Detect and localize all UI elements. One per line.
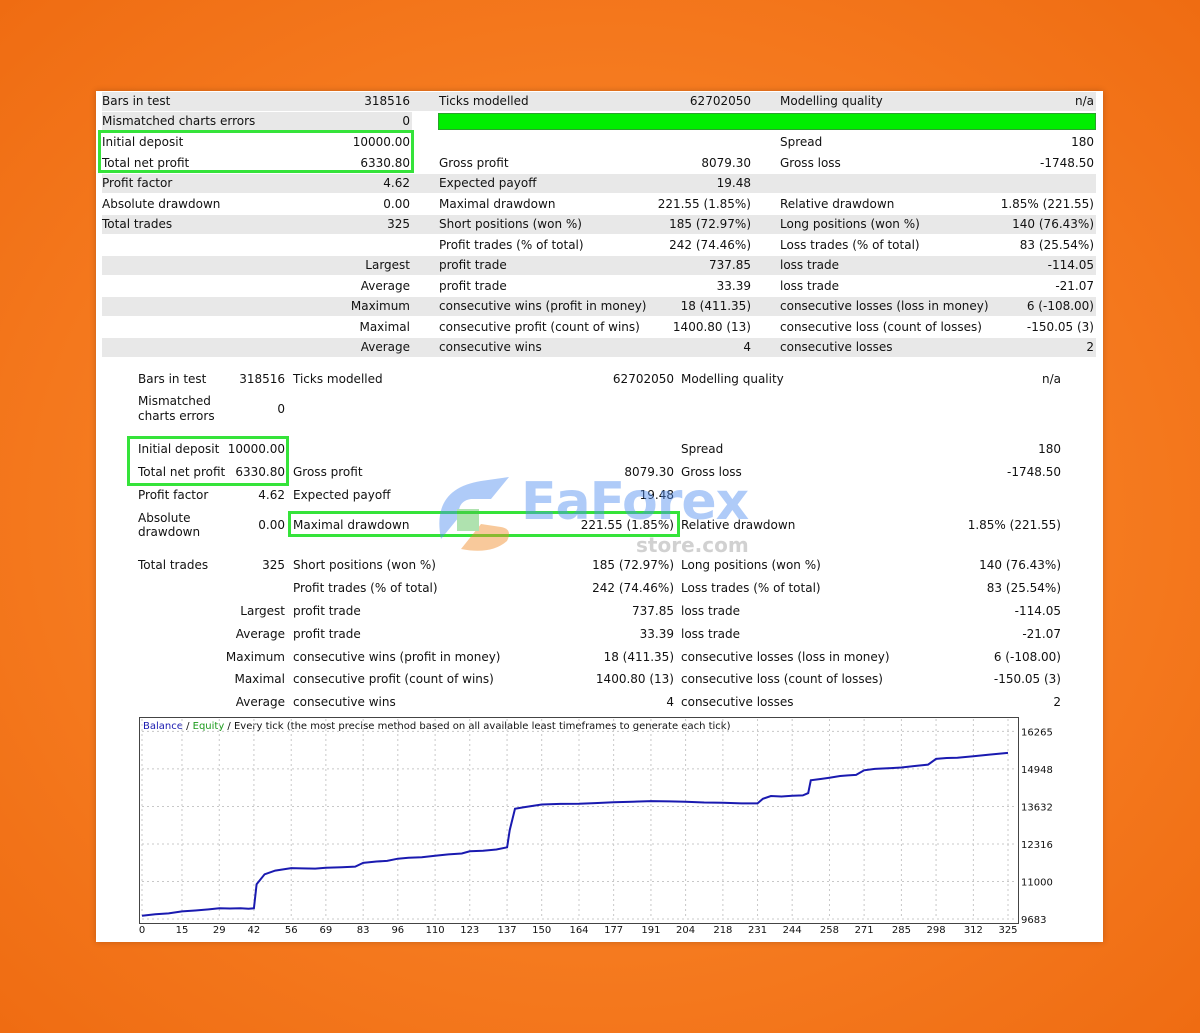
x-tick-label: 0 [139, 925, 145, 936]
x-tick-label: 244 [783, 925, 802, 936]
x-tick-label: 69 [319, 925, 332, 936]
x-tick-label: 110 [426, 925, 445, 936]
y-tick-label: 14948 [1021, 765, 1053, 776]
x-tick-label: 15 [176, 925, 189, 936]
y-tick-label: 11000 [1021, 877, 1053, 888]
x-tick-label: 83 [357, 925, 370, 936]
x-tick-label: 56 [285, 925, 298, 936]
x-tick-label: 204 [676, 925, 695, 936]
x-tick-label: 150 [532, 925, 551, 936]
x-tick-label: 285 [892, 925, 911, 936]
x-tick-label: 325 [998, 925, 1017, 936]
x-tick-label: 177 [604, 925, 623, 936]
x-tick-label: 231 [748, 925, 767, 936]
y-tick-label: 16265 [1021, 727, 1053, 738]
x-tick-label: 29 [213, 925, 226, 936]
x-tick-label: 123 [460, 925, 479, 936]
x-tick-label: 218 [713, 925, 732, 936]
y-tick-label: 9683 [1021, 915, 1046, 926]
x-tick-label: 312 [964, 925, 983, 936]
y-tick-label: 12316 [1021, 840, 1053, 851]
x-tick-label: 137 [498, 925, 517, 936]
x-tick-label: 164 [569, 925, 588, 936]
x-tick-label: 258 [820, 925, 839, 936]
x-tick-label: 271 [855, 925, 874, 936]
chart-canvas: 0 15 29 42 56 69 83 96 110 123 137 150 164 177 191 204 2… [139, 719, 1053, 936]
report-panel: Bars in test 318516 Ticks modelled 62702050… [96, 91, 1103, 942]
x-tick-label: 96 [391, 925, 404, 936]
x-tick-label: 191 [641, 925, 660, 936]
y-tick-label: 13632 [1021, 802, 1053, 813]
x-tick-label: 298 [927, 925, 946, 936]
x-tick-label: 42 [248, 925, 261, 936]
series-line-balance [141, 751, 1009, 917]
